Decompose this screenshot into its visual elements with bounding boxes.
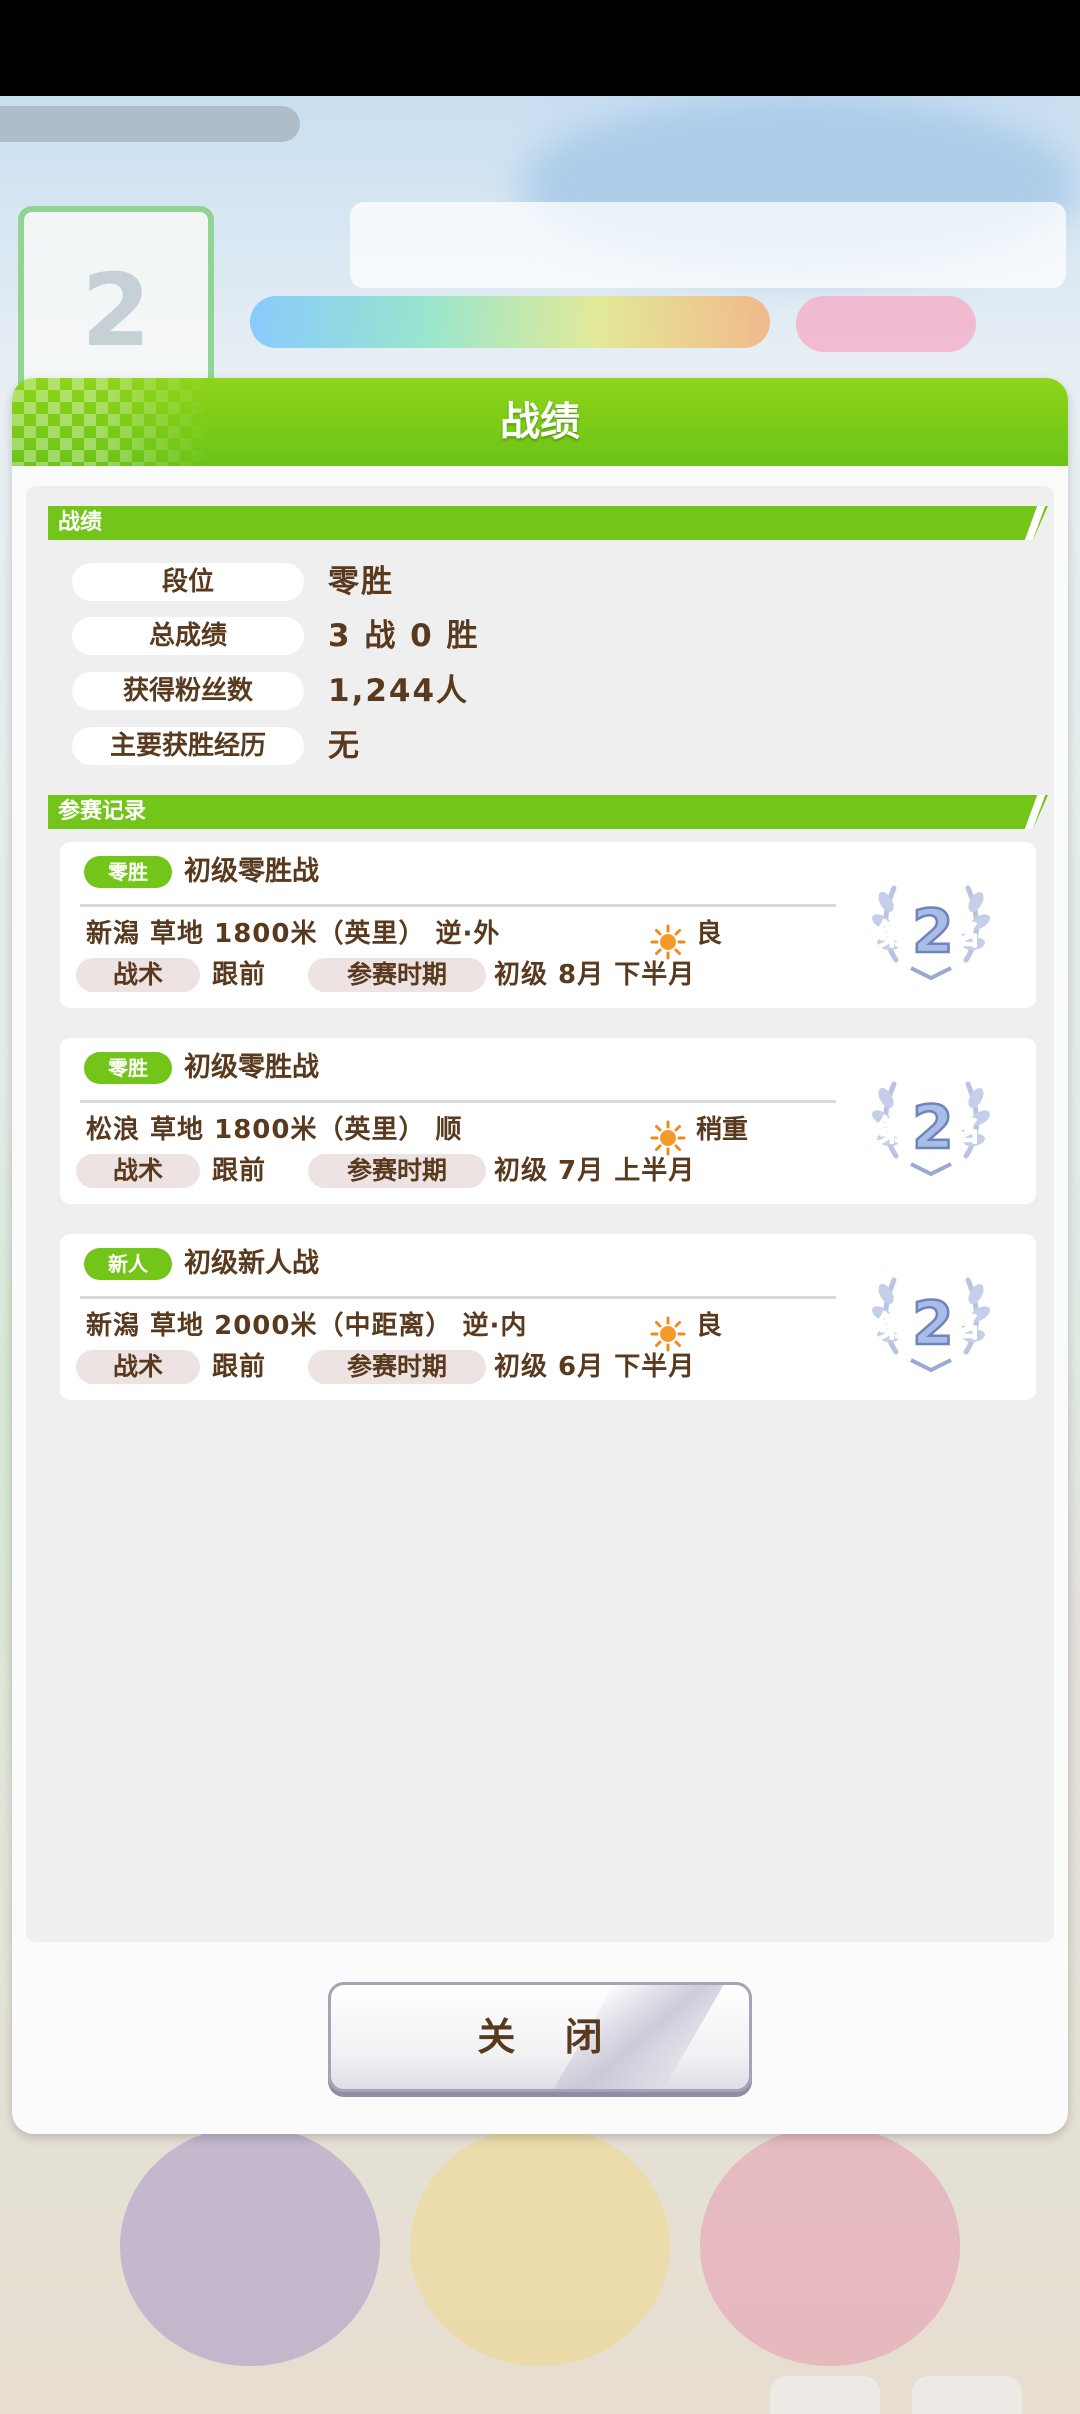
track-condition: 良 bbox=[696, 1311, 723, 1341]
records-section-title: 参赛记录 bbox=[58, 799, 147, 824]
background-pink-button bbox=[796, 296, 976, 352]
rank-number: 2 bbox=[912, 897, 954, 967]
stat-value: 无 bbox=[328, 728, 361, 764]
divider bbox=[80, 1100, 836, 1103]
stat-row-rank: 段位 零胜 bbox=[72, 563, 972, 601]
rank-prefix: 第 bbox=[878, 918, 906, 951]
tactic-value: 跟前 bbox=[212, 960, 267, 990]
period-label: 参赛时期 bbox=[308, 958, 486, 992]
track-condition: 良 bbox=[696, 919, 723, 949]
tactic-label: 战术 bbox=[76, 1350, 200, 1384]
race-name: 初级新人战 bbox=[184, 1248, 319, 1279]
stats-section-header: 战绩 bbox=[48, 506, 1048, 540]
sun-icon bbox=[650, 1120, 686, 1156]
rank-prefix: 第 bbox=[878, 1310, 906, 1343]
status-bar bbox=[0, 0, 1080, 96]
rank-suffix: 名 bbox=[952, 1114, 980, 1147]
rank-suffix: 名 bbox=[952, 918, 980, 951]
dialog-header: 战绩 bbox=[12, 378, 1068, 466]
race-name: 初级零胜战 bbox=[184, 856, 319, 887]
rank-number: 2 bbox=[912, 1093, 954, 1163]
close-button[interactable]: 关 闭 bbox=[328, 1982, 752, 2092]
stat-label: 获得粉丝数 bbox=[72, 672, 304, 710]
stat-value: 零胜 bbox=[328, 564, 394, 600]
background-outing-button bbox=[410, 2126, 670, 2366]
race-record-card[interactable]: 零胜 初级零胜战 松浪 草地 1800米（英里） 顺 稍重 战术 跟前 参赛时期… bbox=[60, 1038, 1036, 1204]
rank-number: 2 bbox=[912, 1289, 954, 1359]
background-top-bar bbox=[0, 106, 300, 142]
race-detail: 新潟 草地 2000米（中距离） 逆·内 bbox=[86, 1311, 528, 1341]
period-label: 参赛时期 bbox=[308, 1154, 486, 1188]
stats-section-title: 战绩 bbox=[58, 510, 103, 535]
stat-row-total-record: 总成绩 3 战 0 胜 bbox=[72, 617, 972, 655]
close-button-label: 关 闭 bbox=[477, 2015, 621, 2059]
background-menu-button bbox=[912, 2376, 1022, 2414]
rank-prefix: 第 bbox=[878, 1114, 906, 1147]
background-turn-number: 2 bbox=[81, 252, 151, 369]
background-skill-button bbox=[770, 2376, 880, 2414]
stat-value: 1,244人 bbox=[328, 673, 470, 709]
background-info-box bbox=[350, 202, 1066, 288]
sun-icon bbox=[650, 1316, 686, 1352]
track-condition: 稍重 bbox=[696, 1115, 749, 1145]
divider bbox=[80, 904, 836, 907]
race-detail: 松浪 草地 1800米（英里） 顺 bbox=[86, 1115, 463, 1145]
stat-row-main-wins: 主要获胜经历 无 bbox=[72, 727, 972, 765]
race-grade-badge: 零胜 bbox=[84, 856, 172, 888]
tactic-label: 战术 bbox=[76, 1154, 200, 1188]
stat-value: 3 战 0 胜 bbox=[328, 618, 480, 654]
sun-icon bbox=[650, 924, 686, 960]
stat-label: 段位 bbox=[72, 563, 304, 601]
background-rest-button bbox=[120, 2126, 380, 2366]
race-record-dialog: 战绩 战绩 段位 零胜 总成绩 3 战 0 胜 获得粉丝数 1,244人 主要获… bbox=[12, 378, 1068, 2134]
race-record-card[interactable]: 新人 初级新人战 新潟 草地 2000米（中距离） 逆·内 良 战术 跟前 参赛… bbox=[60, 1234, 1036, 1400]
period-value: 初级 8月 下半月 bbox=[494, 960, 696, 990]
tactic-value: 跟前 bbox=[212, 1352, 267, 1382]
stat-label: 总成绩 bbox=[72, 617, 304, 655]
race-name: 初级零胜战 bbox=[184, 1052, 319, 1083]
dialog-title: 战绩 bbox=[500, 399, 580, 445]
race-grade-badge: 零胜 bbox=[84, 1052, 172, 1084]
rank-medal-icon: 第 2 名 bbox=[872, 885, 990, 981]
stat-row-fans: 获得粉丝数 1,244人 bbox=[72, 672, 972, 710]
period-value: 初级 7月 上半月 bbox=[494, 1156, 696, 1186]
rank-medal-icon: 第 2 名 bbox=[872, 1081, 990, 1177]
background-mood-bar bbox=[250, 296, 770, 348]
rank-suffix: 名 bbox=[952, 1310, 980, 1343]
background-race-button bbox=[700, 2126, 960, 2366]
race-record-card[interactable]: 零胜 初级零胜战 新潟 草地 1800米（英里） 逆·外 良 战术 跟前 参赛时… bbox=[60, 842, 1036, 1008]
divider bbox=[80, 1296, 836, 1299]
stat-label: 主要获胜经历 bbox=[72, 727, 304, 765]
records-section-header: 参赛记录 bbox=[48, 795, 1048, 829]
period-label: 参赛时期 bbox=[308, 1350, 486, 1384]
tactic-label: 战术 bbox=[76, 958, 200, 992]
tactic-value: 跟前 bbox=[212, 1156, 267, 1186]
race-grade-badge: 新人 bbox=[84, 1248, 172, 1280]
period-value: 初级 6月 下半月 bbox=[494, 1352, 696, 1382]
race-detail: 新潟 草地 1800米（英里） 逆·外 bbox=[86, 919, 501, 949]
rank-medal-icon: 第 2 名 bbox=[872, 1277, 990, 1373]
